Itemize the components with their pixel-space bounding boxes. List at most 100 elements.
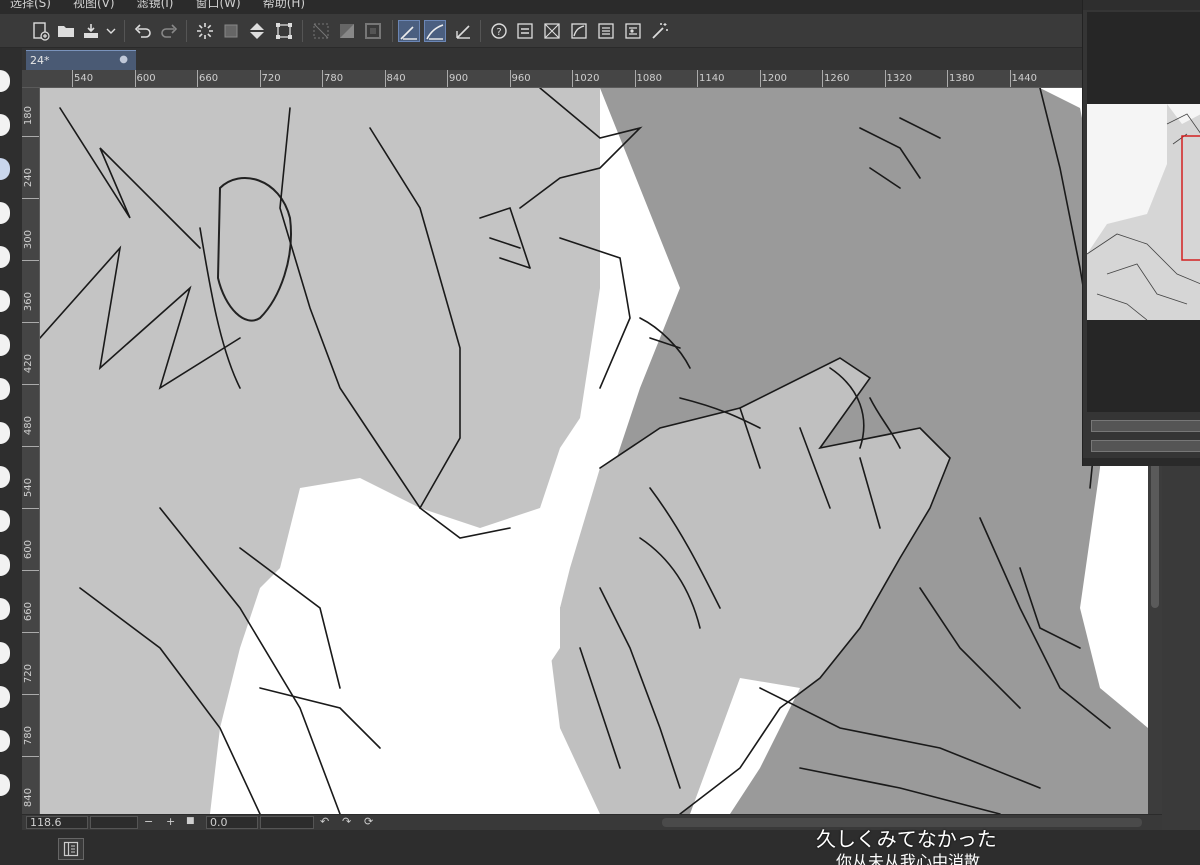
clip-studio-window: 选择(S) 视图(V) 滤镜(I) 窗口(W) 帮助(H) ? 24* ● 54…	[0, 0, 1200, 865]
dropdown-arrow-icon[interactable]	[104, 20, 118, 42]
ruler-tick	[884, 70, 886, 87]
brush-size-preset[interactable]	[0, 422, 10, 444]
ruler-tick-label: 420	[23, 354, 34, 374]
deselect-icon[interactable]	[310, 20, 332, 42]
undo-icon[interactable]	[132, 20, 154, 42]
ruler-tick	[634, 70, 636, 87]
ruler-tick-label: 900	[449, 73, 469, 84]
ruler-tick	[22, 260, 39, 261]
menu-help[interactable]: 帮助(H)	[253, 0, 317, 9]
curve-snap-icon[interactable]	[424, 20, 446, 42]
menu-select[interactable]: 选择(S)	[0, 0, 63, 9]
brush-size-preset[interactable]	[0, 598, 10, 620]
menu-window[interactable]: 窗口(W)	[185, 0, 252, 9]
transparent-clear-icon[interactable]	[220, 20, 242, 42]
loading-spinner-icon[interactable]	[194, 20, 216, 42]
ruler-tick	[22, 508, 39, 509]
zoom-stop-button[interactable]: ■	[186, 816, 195, 826]
panel-layout-icon	[63, 841, 79, 857]
toolbar-separator	[302, 20, 303, 42]
drawing-canvas[interactable]	[40, 88, 1148, 814]
navigator-header	[1083, 0, 1200, 10]
command-bar: ?	[0, 14, 1082, 48]
brush-size-preset[interactable]	[0, 642, 10, 664]
brush-size-preset[interactable]	[0, 114, 10, 136]
invert-selection-icon[interactable]	[336, 20, 358, 42]
subtitle-japanese: 久しくみてなかった	[816, 827, 997, 851]
menu-filter[interactable]: 滤镜(I)	[127, 0, 186, 9]
rotate-reset-button[interactable]: ⟳	[364, 815, 373, 828]
distort-icon[interactable]	[541, 20, 563, 42]
brush-size-preset[interactable]	[0, 246, 10, 268]
toolbar-separator	[124, 20, 125, 42]
zoom-slider[interactable]	[90, 816, 138, 829]
rotation-angle-field[interactable]: 0.0	[206, 816, 258, 829]
navigator-preview[interactable]	[1087, 104, 1200, 320]
magic-icon[interactable]	[649, 20, 671, 42]
zoom-in-button[interactable]: +	[166, 815, 175, 828]
layer-adjust-icon[interactable]	[514, 20, 536, 42]
brush-size-preset[interactable]	[0, 510, 10, 532]
ruler-tick-label: 780	[324, 73, 344, 84]
ruler-snap-icon[interactable]	[398, 20, 420, 42]
save-icon[interactable]	[80, 20, 102, 42]
navigator-zoom-slider[interactable]	[1091, 420, 1200, 432]
ruler-tick-label: 660	[23, 602, 34, 622]
ruler-tick-label: 180	[23, 106, 34, 126]
ruler-tick-label: 1380	[949, 73, 975, 84]
ruler-tick	[72, 70, 73, 87]
ruler-tick	[22, 632, 39, 633]
brush-size-preset[interactable]	[0, 554, 10, 576]
vertical-ruler: 180 240 300 360 420 480 540 600 660 720 780 840	[22, 88, 40, 819]
brush-size-preset[interactable]	[0, 290, 10, 312]
ruler-tick	[384, 70, 386, 87]
brush-size-preset[interactable]	[0, 466, 10, 488]
ruler-tick	[822, 70, 823, 87]
panel-toggle-button[interactable]	[58, 838, 84, 860]
ruler-tick-label: 840	[386, 73, 406, 84]
navigator-rotate-slider[interactable]	[1091, 440, 1200, 452]
brush-size-preset[interactable]	[0, 334, 10, 356]
fill-icon[interactable]	[246, 20, 268, 42]
ruler-tick	[509, 70, 511, 87]
zoom-out-button[interactable]: −	[144, 815, 153, 828]
brush-size-preset-selected[interactable]	[0, 158, 10, 180]
redo-icon[interactable]	[158, 20, 180, 42]
ruler-tick	[447, 70, 448, 87]
brush-size-preset[interactable]	[0, 686, 10, 708]
new-canvas-icon[interactable]	[30, 20, 52, 42]
ruler-tick-label: 1200	[761, 73, 787, 84]
brush-size-preset[interactable]	[0, 70, 10, 92]
correction-icon[interactable]	[622, 20, 644, 42]
menu-view[interactable]: 视图(V)	[63, 0, 127, 9]
document-tab[interactable]: 24* ●	[26, 50, 136, 70]
rotate-right-button[interactable]: ↷	[342, 815, 351, 828]
navigator-thumbnail	[1087, 104, 1200, 320]
ruler-tick	[259, 70, 261, 87]
ruler-tick-label: 540	[74, 73, 94, 84]
ruler-tick	[947, 70, 948, 87]
brush-size-preset[interactable]	[0, 774, 10, 796]
brush-size-preset[interactable]	[0, 378, 10, 400]
bottom-panel	[0, 830, 1200, 865]
ruler-tick	[759, 70, 761, 87]
ruler-tick-label: 780	[23, 726, 34, 746]
transform-icon[interactable]	[273, 20, 295, 42]
selection-border-icon[interactable]	[362, 20, 384, 42]
brush-size-preset[interactable]	[0, 730, 10, 752]
navigator-footer	[1083, 458, 1200, 466]
navigator-control-area	[1087, 320, 1200, 412]
rotate-left-button[interactable]: ↶	[320, 815, 329, 828]
help-icon[interactable]: ?	[488, 20, 510, 42]
ruler-tick-label: 600	[136, 73, 156, 84]
brush-size-preset[interactable]	[0, 202, 10, 224]
levels-icon[interactable]	[595, 20, 617, 42]
ruler-tick-label: 540	[23, 478, 34, 498]
tonal-icon[interactable]	[568, 20, 590, 42]
perspective-snap-icon[interactable]	[452, 20, 474, 42]
zoom-value-field[interactable]: 118.6	[26, 816, 88, 829]
tab-close-icon[interactable]: ●	[119, 54, 128, 65]
open-folder-icon[interactable]	[55, 20, 77, 42]
rotation-slider[interactable]	[260, 816, 314, 829]
ruler-tick-label: 480	[23, 416, 34, 436]
